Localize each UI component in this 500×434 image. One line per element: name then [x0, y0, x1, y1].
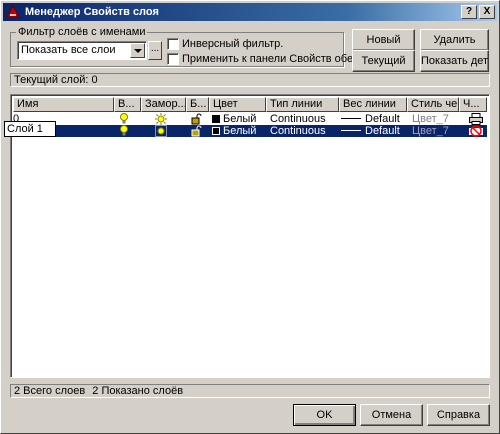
ok-button[interactable]: OK	[293, 404, 356, 426]
chevron-down-icon[interactable]	[130, 43, 145, 58]
delete-layer-button[interactable]: Удалить	[420, 29, 489, 51]
filter-browse-button[interactable]: ...	[148, 41, 162, 60]
lightbulb-on-icon[interactable]	[119, 113, 135, 125]
layer-manager-dialog: Менеджер Свойств слоя ? X Фильтр слоёв с…	[0, 0, 500, 434]
column-header-plotstyle[interactable]: Стиль че...	[407, 97, 459, 112]
autocad-app-icon	[6, 5, 20, 18]
title-bar[interactable]: Менеджер Свойств слоя ? X	[3, 3, 497, 21]
column-header-name[interactable]: Имя	[13, 97, 114, 112]
layer-lineweight[interactable]: Default	[341, 113, 407, 125]
layer-linetype[interactable]: Continuous	[270, 125, 340, 137]
lightbulb-on-icon[interactable]	[119, 125, 135, 137]
column-header-linetype[interactable]: Тип линии	[266, 97, 339, 112]
layer-name-edit-field[interactable]: Слой 1	[4, 121, 56, 137]
lineweight-value: Default	[365, 125, 400, 137]
layer-color[interactable]: Белый	[212, 113, 266, 125]
column-header-freeze[interactable]: Замор...	[141, 97, 186, 112]
layer-linetype[interactable]: Continuous	[270, 113, 340, 125]
color-swatch	[212, 115, 220, 123]
color-name: Белый	[223, 125, 257, 137]
column-header-color[interactable]: Цвет	[209, 97, 266, 112]
column-header-plot[interactable]: Ч...	[459, 97, 487, 112]
invert-filter-label: Инверсный фильтр.	[182, 38, 284, 50]
filter-group-label: Фильтр слоёв с именами	[16, 26, 148, 38]
layer-filter-value: Показать все слои	[21, 44, 116, 56]
unlocked-padlock-icon[interactable]	[191, 125, 207, 137]
color-name: Белый	[223, 113, 257, 125]
sun-thawed-icon[interactable]	[155, 125, 171, 137]
help-title-button[interactable]: ?	[461, 5, 477, 19]
close-title-button[interactable]: X	[479, 5, 495, 19]
current-layer-indicator: Текущий слой: 0	[10, 73, 490, 87]
show-details-button[interactable]: Показать детали	[420, 50, 489, 72]
help-button[interactable]: Справка	[427, 404, 490, 426]
column-header-lock[interactable]: Б...	[186, 97, 209, 112]
printer-icon[interactable]	[469, 113, 485, 125]
layer-count-status: 2 Всего слоев 2 Показано слоёв	[10, 384, 490, 398]
total-layers-text: 2 Всего слоев	[14, 385, 86, 397]
color-swatch	[212, 127, 220, 135]
set-current-button[interactable]: Текущий	[352, 50, 415, 72]
column-header-on[interactable]: В...	[114, 97, 141, 112]
layer-list[interactable]: Имя В... Замор... Б... Цвет Тип линии Ве…	[10, 94, 490, 378]
layer-row[interactable]: 0 Белый Continuous Default Цвет_7	[13, 113, 487, 125]
layer-row-selected[interactable]: Слой 1 Белый Continuous Default Цвет_7	[13, 125, 487, 137]
layer-plotstyle[interactable]: Цвет_7	[412, 113, 460, 125]
cancel-button[interactable]: Отмена	[360, 404, 423, 426]
apply-to-toolbar-label: Применить к панели Свойств обекта.	[182, 53, 373, 65]
column-header-lineweight[interactable]: Вес линии	[339, 97, 407, 112]
apply-to-toolbar-checkbox[interactable]	[167, 53, 179, 65]
new-layer-button[interactable]: Новый	[352, 29, 415, 51]
layer-plotstyle[interactable]: Цвет_7	[412, 125, 460, 137]
no-plot-printer-icon[interactable]	[469, 125, 485, 137]
lineweight-sample	[341, 118, 361, 119]
lineweight-value: Default	[365, 113, 400, 125]
layer-lineweight[interactable]: Default	[341, 125, 407, 137]
unlocked-padlock-icon[interactable]	[191, 113, 207, 125]
lineweight-sample	[341, 130, 361, 131]
layer-color[interactable]: Белый	[212, 125, 266, 137]
window-title: Менеджер Свойств слоя	[25, 6, 159, 18]
invert-filter-checkbox[interactable]	[167, 38, 179, 50]
shown-layers-text: 2 Показано слоёв	[92, 385, 184, 397]
layer-filter-select[interactable]: Показать все слои	[17, 41, 147, 60]
sun-thawed-icon[interactable]	[155, 113, 171, 125]
